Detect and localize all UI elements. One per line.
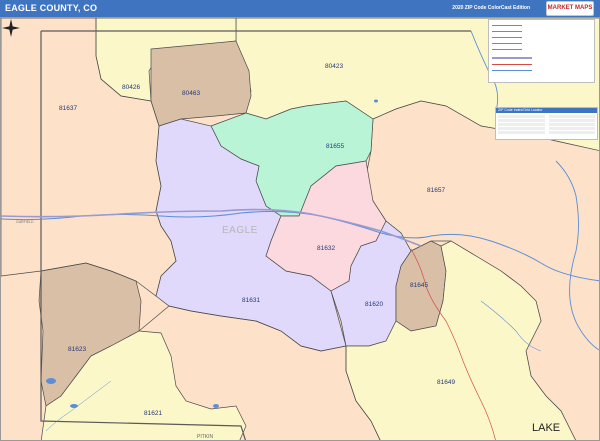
zip-area-80463[interactable]: [150, 40, 252, 127]
pitkin-county-label: PITKIN: [197, 434, 214, 440]
legend-row: [492, 35, 522, 39]
compass-rose-icon: [2, 19, 20, 37]
legend-row: [492, 23, 522, 27]
market-maps-logo: MARKET MAPS: [546, 1, 594, 16]
legend-row: [492, 47, 522, 51]
zip-label-80423: 80423: [325, 63, 343, 70]
zip-label-81621: 81621: [144, 410, 162, 417]
legend-row-highway: [492, 56, 532, 60]
lake-2: [70, 404, 78, 408]
zip-index-table: ZIP Code Index/Grid Locator: [495, 107, 598, 140]
map-legend: [488, 19, 595, 83]
map-title: EAGLE COUNTY, CO: [5, 3, 98, 13]
place-label-eagle: EAGLE: [222, 225, 258, 236]
zip-label-81649: 81649: [437, 379, 455, 386]
zip-label-81657: 81657: [427, 187, 445, 194]
zip-label-81631: 81631: [242, 297, 260, 304]
legend-row-road: [492, 62, 532, 66]
zip-label-81620: 81620: [365, 301, 383, 308]
title-bar: EAGLE COUNTY, CO 2020 ZIP Code ColorCast…: [0, 0, 600, 17]
edition-label: 2020 ZIP Code ColorCast Edition: [452, 5, 530, 11]
lake-county-label: LAKE: [532, 422, 560, 434]
legend-row: [492, 29, 522, 33]
legend-row-water: [492, 68, 532, 72]
zip-label-81632: 81632: [317, 245, 335, 252]
zip-label-80426: 80426: [122, 84, 140, 91]
zip-label-81645: 81645: [410, 282, 428, 289]
lake-4: [374, 99, 378, 103]
zip-index-col: [498, 114, 545, 135]
zip-label-81655: 81655: [326, 143, 344, 150]
legend-row: [492, 41, 522, 45]
zip-label-80463: 80463: [182, 90, 200, 97]
zip-index-col: [548, 114, 595, 135]
lake-1: [46, 378, 56, 384]
zip-label-81623: 81623: [68, 346, 86, 353]
zip-label-81637: 81637: [59, 105, 77, 112]
zip-index-columns: [496, 113, 597, 136]
garfield-county-label: GARFIELD: [16, 220, 34, 224]
lake-3: [213, 404, 219, 408]
